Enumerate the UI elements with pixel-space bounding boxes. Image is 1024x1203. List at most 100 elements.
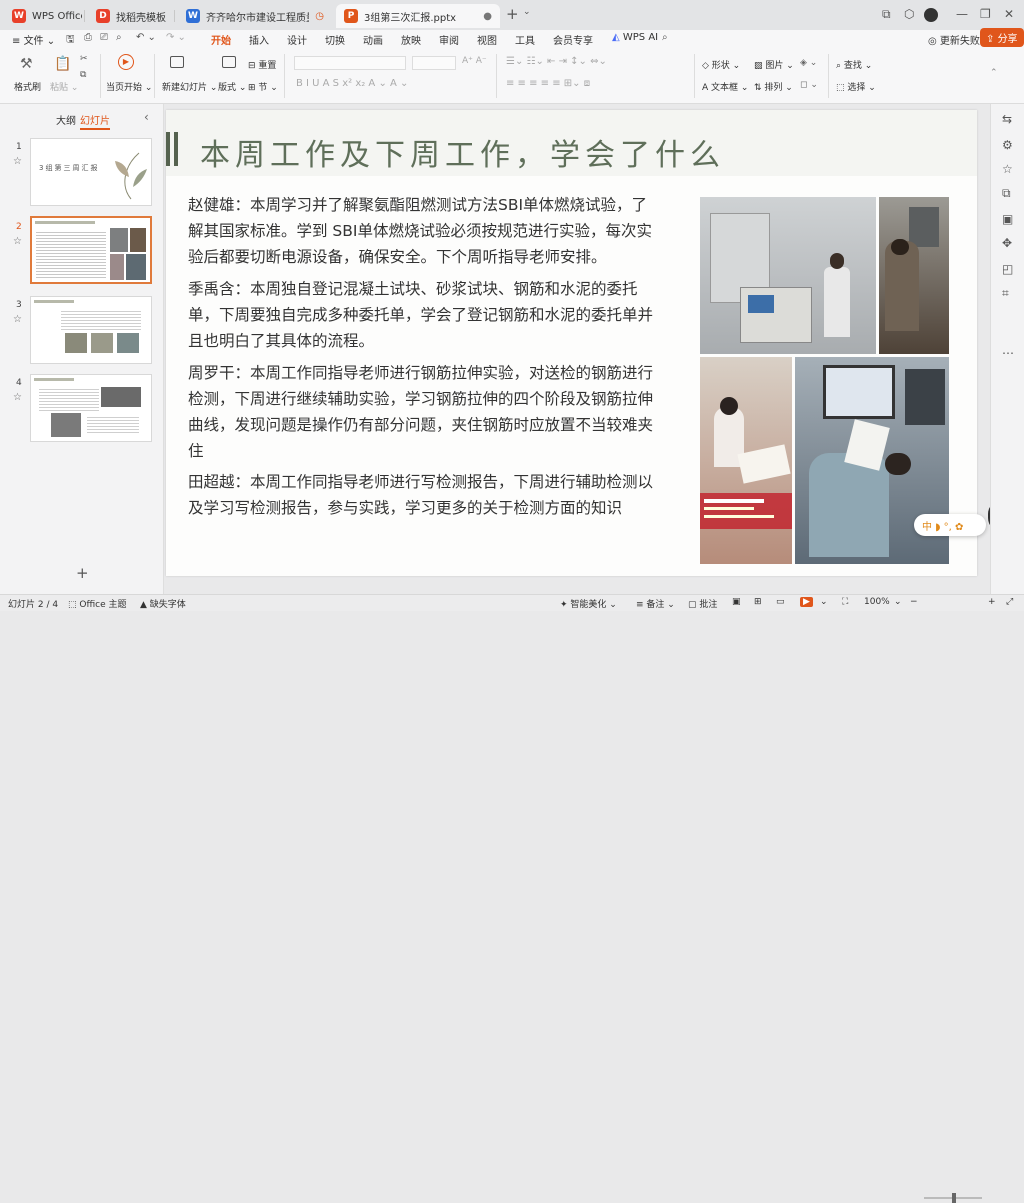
menu-slideshow[interactable]: 放映 <box>401 32 421 47</box>
print-icon[interactable]: ⎚ <box>100 32 108 43</box>
photo-registration[interactable] <box>700 357 792 564</box>
print-preview-icon[interactable]: ⌕ <box>116 32 122 43</box>
font-grow-icon[interactable]: A⁺ A⁻ <box>462 56 487 66</box>
export-pdf-icon[interactable]: ⎙ <box>84 32 92 43</box>
star-icon[interactable]: ☆ <box>13 392 22 403</box>
menu-review[interactable]: 审阅 <box>439 32 459 47</box>
menu-member[interactable]: 会员专享 <box>553 32 593 47</box>
ime-toolbar[interactable]: 中 ◗ °, ✿ <box>914 514 986 536</box>
format-painter-icon[interactable]: ⚒ <box>20 56 33 72</box>
zoom-level[interactable]: 100% <box>864 597 890 607</box>
list-buttons-icon[interactable]: ☰⌄ ☷⌄ ⇤ ⇥ ↕⌄ ⇔⌄ <box>506 56 607 67</box>
menu-tools[interactable]: 工具 <box>515 32 535 47</box>
fit-slide-icon[interactable]: ⤢ <box>1006 597 1013 607</box>
star-icon[interactable]: ☆ <box>13 314 22 325</box>
slide-thumbnail-1[interactable]: 3组第三周汇报 <box>30 138 152 206</box>
comments-button[interactable]: ▢ 批注 <box>688 597 717 610</box>
close-tab-icon[interactable]: ● <box>477 11 492 22</box>
theme-button[interactable]: ⬚ Office 主题 <box>68 597 127 610</box>
sorter-view-icon[interactable]: ⊞ <box>754 597 762 607</box>
picture-panel-icon[interactable]: ▣ <box>1002 212 1013 226</box>
menu-transitions[interactable]: 切换 <box>325 32 345 47</box>
tools-icon[interactable]: ✥ <box>1002 236 1012 250</box>
photo-sbi-lab[interactable] <box>700 197 876 354</box>
beautify-button[interactable]: ✦ 智能美化 ⌄ <box>560 597 617 610</box>
collapse-panel-icon[interactable]: ‹ <box>144 110 149 124</box>
select-button[interactable]: ⬚ 选择 ⌄ <box>836 80 876 93</box>
copy-slides-icon[interactable]: ⧉ <box>1002 186 1011 201</box>
undo-icon[interactable]: ↶ ⌄ <box>136 32 156 43</box>
slide-thumbnail-4[interactable] <box>30 374 152 442</box>
search-icon[interactable]: ⌕ <box>662 32 668 43</box>
menu-insert[interactable]: 插入 <box>249 32 269 47</box>
menu-design[interactable]: 设计 <box>287 32 307 47</box>
reading-view-icon[interactable]: ▭ <box>776 597 785 607</box>
font-size-select[interactable] <box>412 56 456 70</box>
crop-icon[interactable]: ⌗ <box>1002 286 1009 301</box>
update-failed-button[interactable]: ◎ 更新失败 <box>928 32 980 47</box>
window-layout-icon[interactable]: ⧉ <box>882 7 891 22</box>
paragraph-ji[interactable]: 季禹含：本周独自登记混凝土试块、砂浆试块、钢筋和水泥的委托单，下周要独自完成多种… <box>188 276 660 354</box>
slide-thumbnail-3[interactable] <box>30 296 152 364</box>
photo-steel-tensile[interactable] <box>879 197 949 354</box>
tab-word-document[interactable]: W 齐齐哈尔市建设工程质量检测 ◷ <box>178 4 332 28</box>
star-icon[interactable]: ☆ <box>13 156 22 167</box>
properties-icon[interactable]: ⚙ <box>1002 138 1013 152</box>
paste-button[interactable]: 粘贴 ⌄ <box>50 80 78 93</box>
notes-button[interactable]: ≡ 备注 ⌄ <box>636 597 675 610</box>
cut-icon[interactable]: ✂ <box>80 54 88 64</box>
paste-icon[interactable]: 📋 <box>54 56 71 72</box>
section-button[interactable]: ⊞ 节 ⌄ <box>248 80 278 93</box>
outline-color-icon[interactable]: ◻ ⌄ <box>800 80 818 90</box>
slide-title[interactable]: 本周工作及下周工作，学会了什么 <box>200 130 725 174</box>
play-slideshow-button[interactable]: ▶ <box>800 597 813 607</box>
collapse-ribbon-icon[interactable]: ⌃ <box>990 68 998 78</box>
more-icon[interactable]: ⋯ <box>1002 346 1014 360</box>
layout-icon[interactable] <box>222 56 236 68</box>
fit-window-icon[interactable]: ⛶ <box>842 597 848 607</box>
textbox-button[interactable]: A 文本框 ⌄ <box>702 80 748 93</box>
tab-outline[interactable]: 大纲 <box>56 112 76 127</box>
expand-panel-icon[interactable]: ⇆ <box>1002 112 1012 126</box>
missing-font-button[interactable]: ▲ 缺失字体 <box>140 597 186 610</box>
zoom-slider-thumb[interactable] <box>952 1193 956 1203</box>
minimize-icon[interactable]: — <box>956 7 968 21</box>
share-button[interactable]: ⇪ 分享 <box>980 28 1024 47</box>
find-button[interactable]: ⌕ 查找 ⌄ <box>836 58 872 71</box>
restore-icon[interactable]: ❐ <box>980 7 991 21</box>
copy-icon[interactable]: ⧉ <box>80 70 86 80</box>
menu-view[interactable]: 视图 <box>477 32 497 47</box>
star-favorite-icon[interactable]: ☆ <box>1002 162 1013 176</box>
tab-docer-templates[interactable]: D 找稻壳模板 <box>88 4 172 28</box>
menu-animation[interactable]: 动画 <box>363 32 383 47</box>
play-options-icon[interactable]: ⌄ <box>820 597 828 607</box>
menu-home[interactable]: 开始 <box>211 32 231 50</box>
star-icon[interactable]: ☆ <box>13 236 22 247</box>
reset-button[interactable]: ⊟ 重置 <box>248 58 276 71</box>
from-current-button[interactable]: 当页开始 ⌄ <box>106 80 152 93</box>
slide-thumbnail-2[interactable] <box>30 216 152 284</box>
cube-icon[interactable]: ⬡ <box>904 7 914 21</box>
zoom-in-icon[interactable]: + <box>988 597 996 607</box>
wps-ai-button[interactable]: ◭ WPS AI <box>612 32 658 43</box>
tab-pptx-active[interactable]: P 3组第三次汇报.pptx ● <box>336 4 500 28</box>
arrange-button[interactable]: ⇅ 排列 ⌄ <box>754 80 793 93</box>
normal-view-icon[interactable]: ▣ <box>732 597 741 607</box>
format-painter-button[interactable]: 格式刷 <box>14 80 41 93</box>
slide-2[interactable]: 本周工作及下周工作，学会了什么 赵健雄：本周学习并了解聚氨酯阻燃测试方法SBI单… <box>166 110 977 576</box>
new-tab-icon[interactable]: + <box>506 5 519 23</box>
shape-button[interactable]: ◇ 形状 ⌄ <box>702 58 740 71</box>
zoom-dropdown-icon[interactable]: ⌄ <box>894 597 902 607</box>
font-name-select[interactable] <box>294 56 406 70</box>
add-slide-button[interactable]: + <box>76 564 89 582</box>
tab-wps-office[interactable]: W WPS Office <box>4 4 82 28</box>
align-buttons-icon[interactable]: ≡ ≡ ≡ ≡ ≡ ⊞⌄ ⧈ <box>506 78 590 89</box>
font-style-buttons[interactable]: B I U A S x² x₂ A ⌄ A ⌄ <box>296 78 408 89</box>
fill-color-icon[interactable]: ◈ ⌄ <box>800 58 817 68</box>
new-slide-button[interactable]: 新建幻灯片 ⌄ <box>162 80 217 93</box>
new-slide-icon[interactable] <box>170 56 184 68</box>
close-window-icon[interactable]: ✕ <box>1004 7 1014 21</box>
zoom-out-icon[interactable]: − <box>910 597 918 607</box>
paragraph-zhou[interactable]: 周罗干：本周工作同指导老师进行钢筋拉伸实验，对送检的钢筋进行检测，下周进行继续辅… <box>188 360 660 464</box>
play-from-current-icon[interactable]: ▶ <box>118 54 134 70</box>
